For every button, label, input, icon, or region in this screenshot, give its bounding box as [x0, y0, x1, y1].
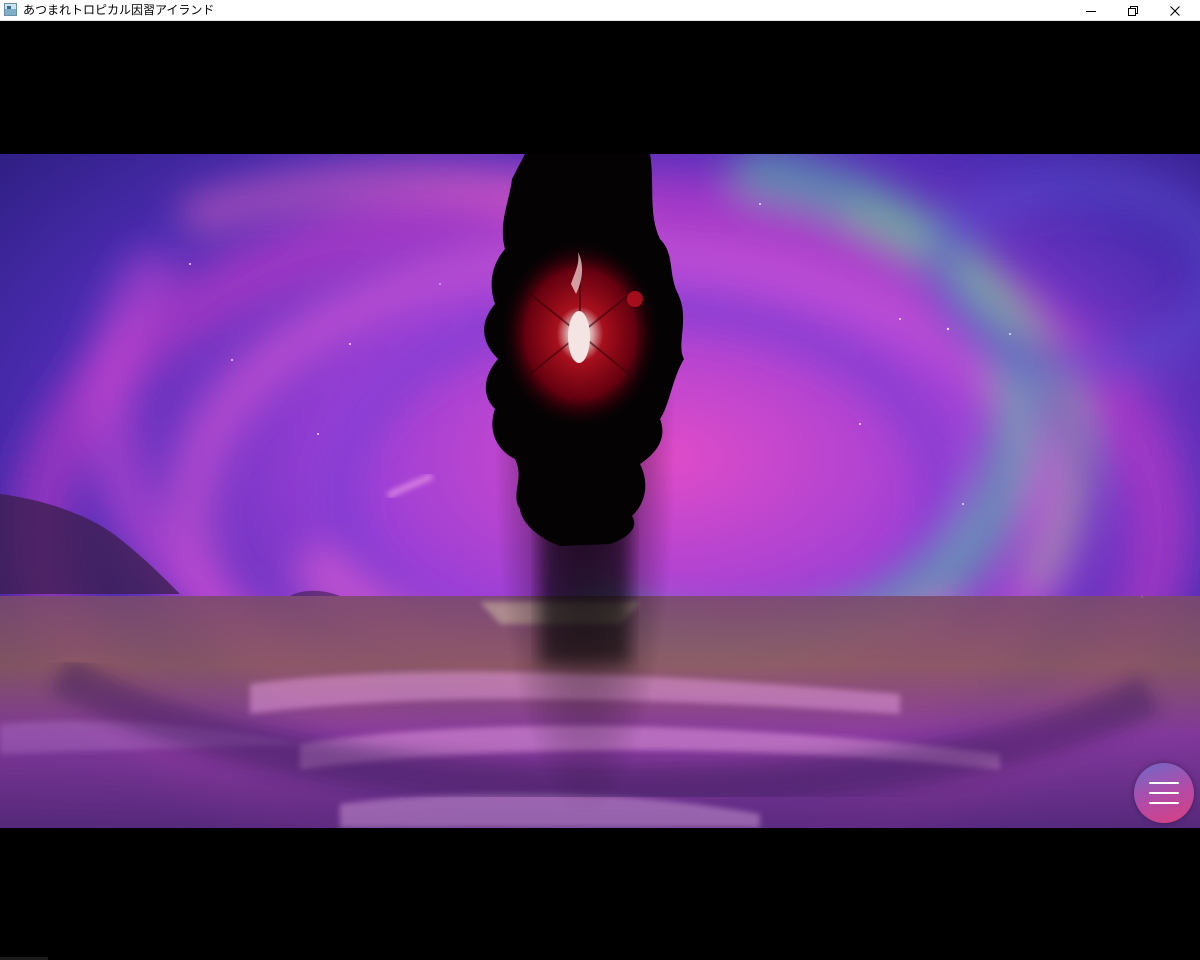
- game-window: あつまれトロピカル因習アイランド: [0, 0, 1200, 960]
- close-icon: [1170, 5, 1180, 16]
- hamburger-menu-icon: [1149, 782, 1179, 804]
- menu-line: [1149, 792, 1179, 794]
- minimize-button[interactable]: [1070, 0, 1112, 21]
- glowing-eye-icon: [502, 242, 658, 426]
- app-window-icon[interactable]: [4, 3, 17, 16]
- restore-icon: [1128, 5, 1138, 16]
- window-title: あつまれトロピカル因習アイランド: [23, 3, 215, 17]
- title-bar[interactable]: あつまれトロピカル因習アイランド: [0, 0, 1200, 21]
- letterbox-top: [0, 21, 1200, 154]
- menu-line: [1149, 802, 1179, 804]
- scene-illustration: [0, 154, 1200, 828]
- menu-button[interactable]: [1134, 763, 1194, 823]
- minimize-icon: [1086, 10, 1096, 12]
- game-scene[interactable]: [0, 154, 1200, 828]
- close-button[interactable]: [1154, 0, 1196, 21]
- menu-line: [1149, 782, 1179, 784]
- restore-button[interactable]: [1112, 0, 1154, 21]
- letterbox-bottom: [0, 828, 1200, 960]
